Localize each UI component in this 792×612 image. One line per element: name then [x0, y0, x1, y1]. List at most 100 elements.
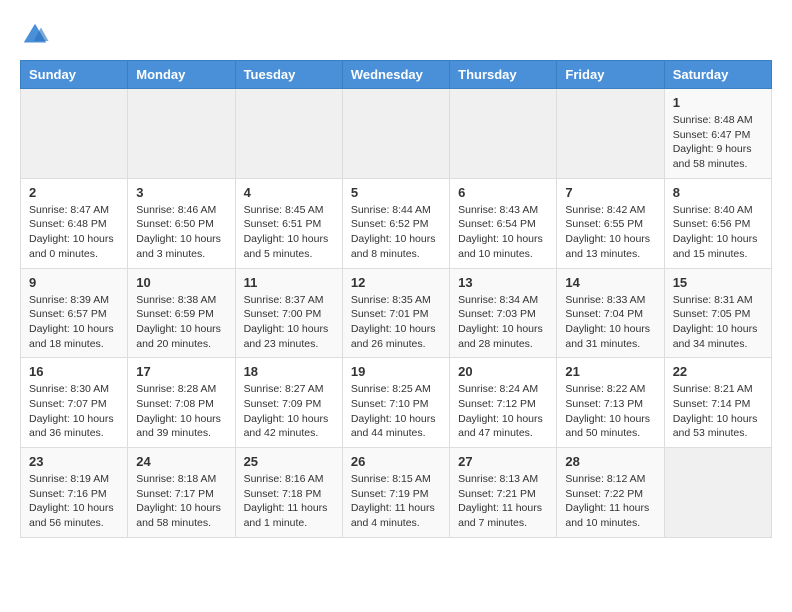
day-number: 16 [29, 364, 119, 379]
day-cell [664, 448, 771, 538]
day-cell [450, 89, 557, 179]
day-cell [342, 89, 449, 179]
day-number: 22 [673, 364, 763, 379]
day-info: Sunrise: 8:22 AM Sunset: 7:13 PM Dayligh… [565, 382, 655, 441]
day-number: 6 [458, 185, 548, 200]
day-number: 9 [29, 275, 119, 290]
day-cell [235, 89, 342, 179]
day-number: 4 [244, 185, 334, 200]
day-number: 26 [351, 454, 441, 469]
day-cell: 24Sunrise: 8:18 AM Sunset: 7:17 PM Dayli… [128, 448, 235, 538]
day-number: 7 [565, 185, 655, 200]
day-number: 1 [673, 95, 763, 110]
day-cell [21, 89, 128, 179]
day-number: 17 [136, 364, 226, 379]
day-number: 3 [136, 185, 226, 200]
day-number: 15 [673, 275, 763, 290]
day-cell: 23 Sunrise: 8:19 AM Sunset: 7:16 PM Dayli… [21, 448, 128, 538]
day-info: Sunrise: 8:12 AM Sunset: 7:22 PM Dayligh… [565, 472, 655, 531]
day-number: 10 [136, 275, 226, 290]
day-number: 2 [29, 185, 119, 200]
day-info: Sunrise: 8:37 AM Sunset: 7:00 PM Dayligh… [244, 293, 334, 352]
day-cell: 2 Sunrise: 8:47 AM Sunset: 6:48 PM Daylig… [21, 178, 128, 268]
day-cell: 9 Sunrise: 8:39 AM Sunset: 6:57 PM Daylig… [21, 268, 128, 358]
day-cell: 6 Sunrise: 8:43 AM Sunset: 6:54 PM Daylig… [450, 178, 557, 268]
day-info: Sunrise: 8:47 AM Sunset: 6:48 PM Dayligh… [29, 203, 119, 262]
day-cell: 17 Sunrise: 8:28 AM Sunset: 7:08 PM Dayli… [128, 358, 235, 448]
week-row-1: 1 Sunrise: 8:48 AM Sunset: 6:47 PM Daylig… [21, 89, 772, 179]
day-number: 8 [673, 185, 763, 200]
day-cell: 7 Sunrise: 8:42 AM Sunset: 6:55 PM Daylig… [557, 178, 664, 268]
day-number: 21 [565, 364, 655, 379]
day-info: Sunrise: 8:35 AM Sunset: 7:01 PM Dayligh… [351, 293, 441, 352]
day-header-wednesday: Wednesday [342, 61, 449, 89]
day-info: Sunrise: 8:31 AM Sunset: 7:05 PM Dayligh… [673, 293, 763, 352]
day-number: 19 [351, 364, 441, 379]
day-cell: 18 Sunrise: 8:27 AM Sunset: 7:09 PM Dayli… [235, 358, 342, 448]
day-number: 20 [458, 364, 548, 379]
day-info: Sunrise: 8:18 AM Sunset: 7:17 PM Dayligh… [136, 472, 226, 531]
day-info: Sunrise: 8:19 AM Sunset: 7:16 PM Dayligh… [29, 472, 119, 531]
day-cell: 22 Sunrise: 8:21 AM Sunset: 7:14 PM Dayli… [664, 358, 771, 448]
day-cell [557, 89, 664, 179]
day-cell [128, 89, 235, 179]
day-info: Sunrise: 8:15 AM Sunset: 7:19 PM Dayligh… [351, 472, 441, 531]
page-header [20, 20, 772, 50]
day-cell: 12 Sunrise: 8:35 AM Sunset: 7:01 PM Dayli… [342, 268, 449, 358]
week-row-4: 16Sunrise: 8:30 AM Sunset: 7:07 PM Dayli… [21, 358, 772, 448]
days-header-row: SundayMondayTuesdayWednesdayThursdayFrid… [21, 61, 772, 89]
day-number: 5 [351, 185, 441, 200]
day-cell: 4 Sunrise: 8:45 AM Sunset: 6:51 PM Daylig… [235, 178, 342, 268]
day-cell: 20 Sunrise: 8:24 AM Sunset: 7:12 PM Dayli… [450, 358, 557, 448]
day-info: Sunrise: 8:24 AM Sunset: 7:12 PM Dayligh… [458, 382, 548, 441]
day-cell: 16Sunrise: 8:30 AM Sunset: 7:07 PM Dayli… [21, 358, 128, 448]
day-header-monday: Monday [128, 61, 235, 89]
day-cell: 25Sunrise: 8:16 AM Sunset: 7:18 PM Dayli… [235, 448, 342, 538]
day-number: 27 [458, 454, 548, 469]
week-row-3: 9 Sunrise: 8:39 AM Sunset: 6:57 PM Daylig… [21, 268, 772, 358]
logo [20, 20, 54, 50]
day-cell: 27 Sunrise: 8:13 AM Sunset: 7:21 PM Dayli… [450, 448, 557, 538]
day-info: Sunrise: 8:16 AM Sunset: 7:18 PM Dayligh… [244, 472, 334, 531]
week-row-2: 2 Sunrise: 8:47 AM Sunset: 6:48 PM Daylig… [21, 178, 772, 268]
day-info: Sunrise: 8:43 AM Sunset: 6:54 PM Dayligh… [458, 203, 548, 262]
day-number: 23 [29, 454, 119, 469]
logo-icon [20, 20, 50, 50]
calendar-table: SundayMondayTuesdayWednesdayThursdayFrid… [20, 60, 772, 538]
day-number: 18 [244, 364, 334, 379]
day-header-friday: Friday [557, 61, 664, 89]
day-cell: 11 Sunrise: 8:37 AM Sunset: 7:00 PM Dayli… [235, 268, 342, 358]
week-row-5: 23 Sunrise: 8:19 AM Sunset: 7:16 PM Dayli… [21, 448, 772, 538]
day-info: Sunrise: 8:44 AM Sunset: 6:52 PM Dayligh… [351, 203, 441, 262]
day-info: Sunrise: 8:34 AM Sunset: 7:03 PM Dayligh… [458, 293, 548, 352]
day-header-tuesday: Tuesday [235, 61, 342, 89]
day-cell: 26 Sunrise: 8:15 AM Sunset: 7:19 PM Dayli… [342, 448, 449, 538]
day-number: 14 [565, 275, 655, 290]
day-cell: 3 Sunrise: 8:46 AM Sunset: 6:50 PM Daylig… [128, 178, 235, 268]
day-info: Sunrise: 8:40 AM Sunset: 6:56 PM Dayligh… [673, 203, 763, 262]
day-cell: 13Sunrise: 8:34 AM Sunset: 7:03 PM Dayli… [450, 268, 557, 358]
day-number: 12 [351, 275, 441, 290]
day-header-thursday: Thursday [450, 61, 557, 89]
day-header-saturday: Saturday [664, 61, 771, 89]
day-number: 11 [244, 275, 334, 290]
day-info: Sunrise: 8:48 AM Sunset: 6:47 PM Dayligh… [673, 113, 763, 172]
day-cell: 10 Sunrise: 8:38 AM Sunset: 6:59 PM Dayli… [128, 268, 235, 358]
day-info: Sunrise: 8:42 AM Sunset: 6:55 PM Dayligh… [565, 203, 655, 262]
day-cell: 21 Sunrise: 8:22 AM Sunset: 7:13 PM Dayli… [557, 358, 664, 448]
day-info: Sunrise: 8:33 AM Sunset: 7:04 PM Dayligh… [565, 293, 655, 352]
day-info: Sunrise: 8:25 AM Sunset: 7:10 PM Dayligh… [351, 382, 441, 441]
day-info: Sunrise: 8:46 AM Sunset: 6:50 PM Dayligh… [136, 203, 226, 262]
day-cell: 1 Sunrise: 8:48 AM Sunset: 6:47 PM Daylig… [664, 89, 771, 179]
day-info: Sunrise: 8:13 AM Sunset: 7:21 PM Dayligh… [458, 472, 548, 531]
day-info: Sunrise: 8:45 AM Sunset: 6:51 PM Dayligh… [244, 203, 334, 262]
day-cell: 8 Sunrise: 8:40 AM Sunset: 6:56 PM Daylig… [664, 178, 771, 268]
day-header-sunday: Sunday [21, 61, 128, 89]
day-info: Sunrise: 8:27 AM Sunset: 7:09 PM Dayligh… [244, 382, 334, 441]
day-info: Sunrise: 8:39 AM Sunset: 6:57 PM Dayligh… [29, 293, 119, 352]
day-info: Sunrise: 8:38 AM Sunset: 6:59 PM Dayligh… [136, 293, 226, 352]
day-cell: 19 Sunrise: 8:25 AM Sunset: 7:10 PM Dayli… [342, 358, 449, 448]
day-info: Sunrise: 8:28 AM Sunset: 7:08 PM Dayligh… [136, 382, 226, 441]
day-cell: 14 Sunrise: 8:33 AM Sunset: 7:04 PM Dayli… [557, 268, 664, 358]
day-info: Sunrise: 8:21 AM Sunset: 7:14 PM Dayligh… [673, 382, 763, 441]
